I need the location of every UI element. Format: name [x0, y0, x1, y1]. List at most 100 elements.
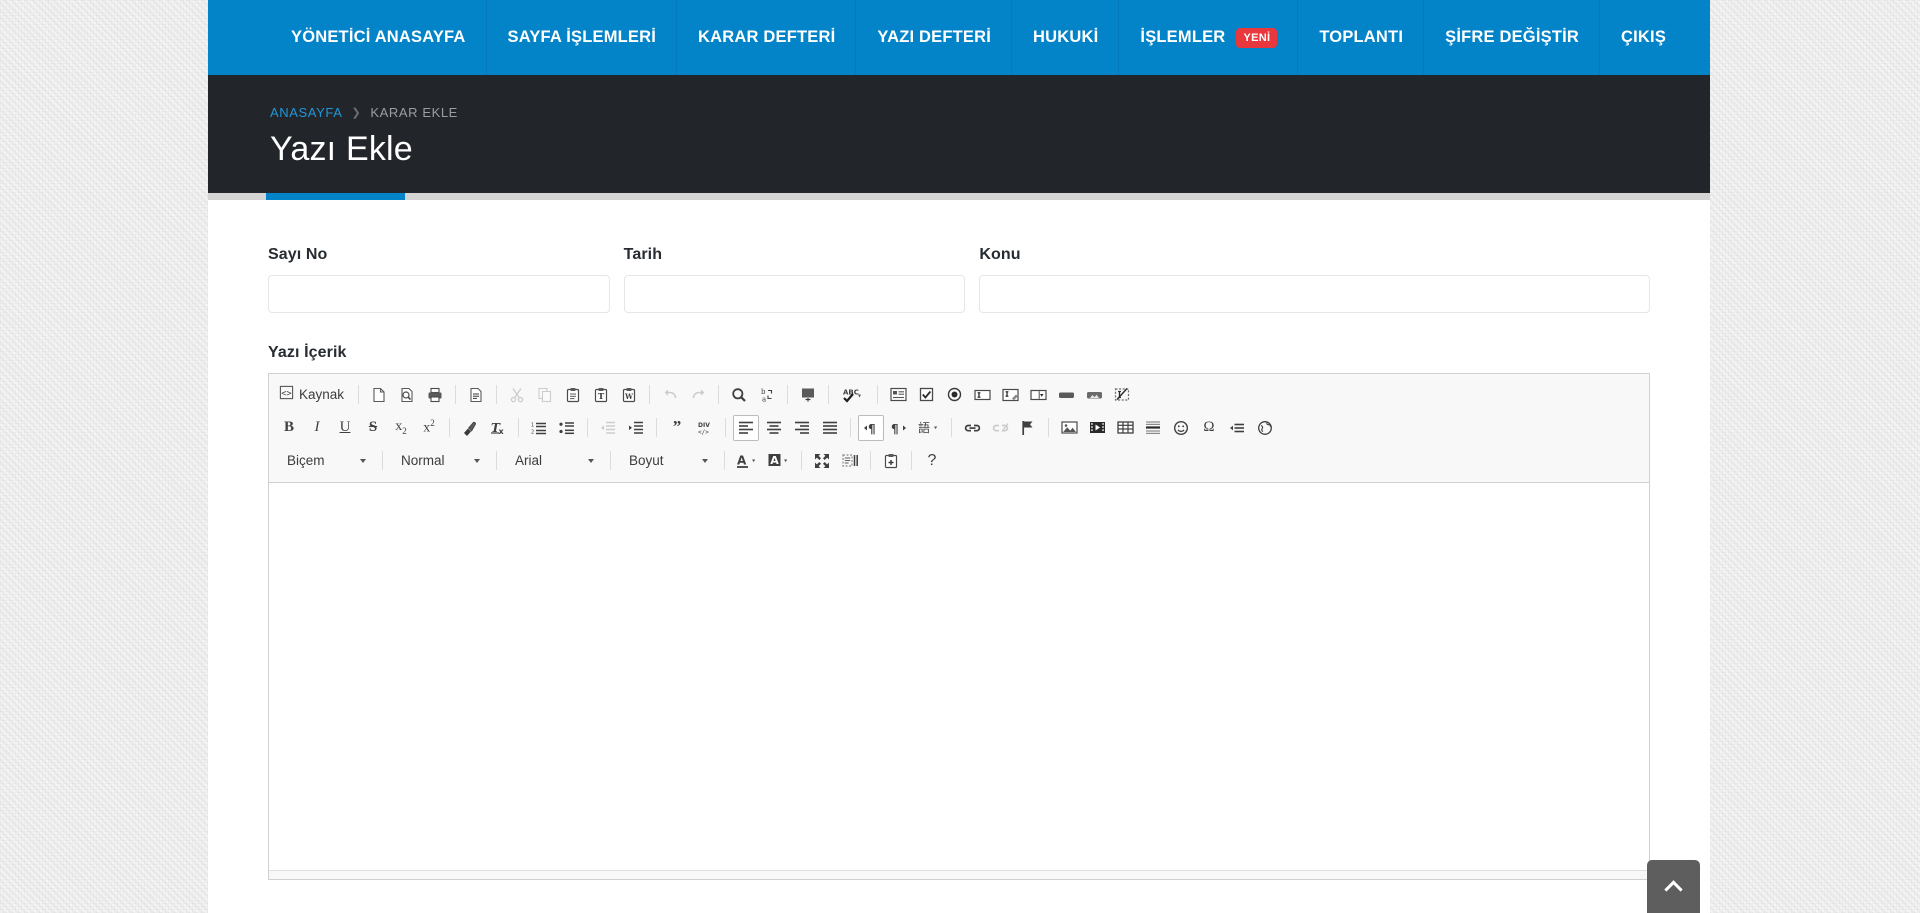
select-all-icon[interactable] — [795, 382, 821, 408]
format-combo[interactable]: Normal — [391, 448, 488, 474]
checkbox-icon[interactable] — [913, 382, 939, 408]
image-button-icon[interactable] — [1081, 382, 1107, 408]
bold-icon[interactable]: B — [276, 415, 302, 441]
toolbar-separator — [656, 418, 657, 437]
paste-from-word-icon[interactable]: W — [616, 382, 642, 408]
align-center-icon[interactable] — [761, 415, 787, 441]
templates-icon[interactable] — [463, 382, 489, 408]
svg-text:W: W — [624, 392, 633, 401]
svg-text:<>: <> — [281, 387, 291, 397]
maximize-icon[interactable] — [809, 448, 835, 474]
select-field-icon[interactable] — [1025, 382, 1051, 408]
language-icon[interactable]: 語 — [914, 415, 944, 441]
cut-icon[interactable] — [504, 382, 530, 408]
nav-item-yonetici-anasayfa[interactable]: YÖNETİCİ ANASAYFA — [270, 0, 487, 75]
horizontal-rule-icon[interactable] — [1140, 415, 1166, 441]
sayi-no-input[interactable] — [268, 275, 610, 313]
flash-icon[interactable] — [1084, 415, 1110, 441]
remove-format-icon[interactable] — [457, 415, 483, 441]
hidden-field-icon[interactable] — [1109, 382, 1135, 408]
text-direction-ltr-icon[interactable]: ¶ — [858, 414, 884, 441]
about-icon[interactable]: ? — [919, 448, 945, 474]
toolbar-separator — [801, 451, 802, 470]
nav-item-cikis[interactable]: ÇIKIŞ — [1600, 0, 1687, 75]
numbered-list-icon[interactable]: 12 — [526, 415, 552, 441]
link-icon[interactable] — [959, 415, 985, 441]
svg-text:¶: ¶ — [891, 422, 899, 435]
svg-text:A: A — [737, 453, 747, 467]
textarea-icon[interactable] — [997, 382, 1023, 408]
iframe-icon[interactable] — [1252, 415, 1278, 441]
form-group-konu: Konu — [979, 246, 1650, 313]
show-blocks-icon[interactable] — [837, 448, 863, 474]
editor-footer — [269, 871, 1649, 879]
smiley-icon[interactable] — [1168, 415, 1194, 441]
preview-icon[interactable] — [394, 382, 420, 408]
size-combo[interactable]: Boyut — [619, 448, 716, 474]
special-char-icon[interactable]: Ω — [1196, 415, 1222, 441]
new-page-icon[interactable] — [366, 382, 392, 408]
tarih-input[interactable] — [623, 275, 966, 313]
nav-item-islemler[interactable]: İŞLEMLER YENİ — [1119, 0, 1299, 75]
editor-toolbar: <> Kaynak T W b a ABC B I U S x2 x2 T x … — [269, 374, 1649, 483]
unlink-icon[interactable] — [987, 415, 1013, 441]
create-div-icon[interactable]: DIV </> — [692, 415, 718, 441]
subscript-icon[interactable]: x2 — [388, 415, 414, 441]
justify-icon[interactable] — [817, 415, 843, 441]
nav-item-toplanti[interactable]: TOPLANTI — [1298, 0, 1424, 75]
font-combo[interactable]: Arial — [505, 448, 602, 474]
chevron-down-icon — [702, 458, 708, 463]
nav-item-yazi-defteri[interactable]: YAZI DEFTERİ — [856, 0, 1012, 75]
clear-formatting-icon[interactable]: Tx — [485, 415, 511, 441]
find-icon[interactable] — [726, 382, 752, 408]
spellcheck-icon[interactable]: ABC — [836, 382, 870, 408]
editor-content-area[interactable] — [269, 483, 1649, 871]
styles-combo[interactable]: Biçem — [277, 448, 374, 474]
svg-text:A: A — [770, 454, 779, 467]
svg-text:</>: </> — [698, 429, 709, 436]
copy-icon[interactable] — [532, 382, 558, 408]
text-direction-rtl-icon[interactable]: ¶ — [886, 415, 912, 441]
blockquote-icon[interactable]: ” — [664, 415, 690, 441]
toolbar-separator — [358, 385, 360, 404]
print-icon[interactable] — [422, 382, 448, 408]
image-icon[interactable] — [1056, 415, 1082, 441]
outdent-icon[interactable] — [595, 415, 621, 441]
svg-text:x: x — [498, 427, 504, 436]
source-button[interactable]: <> Kaynak — [276, 382, 351, 408]
nav-item-sayfa-islemleri[interactable]: SAYFA İŞLEMLERİ — [487, 0, 678, 75]
paste-as-text-icon[interactable]: T — [588, 382, 614, 408]
svg-text:2: 2 — [531, 429, 534, 435]
radio-button-icon[interactable] — [941, 382, 967, 408]
tab-active-indicator[interactable] — [266, 193, 405, 200]
paste-plus-icon[interactable] — [878, 448, 904, 474]
indent-icon[interactable] — [623, 415, 649, 441]
underline-icon[interactable]: U — [332, 415, 358, 441]
toolbar-separator — [1048, 418, 1049, 437]
button-icon[interactable] — [1053, 382, 1079, 408]
undo-icon[interactable] — [657, 382, 683, 408]
italic-icon[interactable]: I — [304, 415, 330, 441]
align-left-icon[interactable] — [733, 414, 759, 441]
nav-item-karar-defteri[interactable]: KARAR DEFTERİ — [677, 0, 857, 75]
text-color-icon[interactable]: A — [732, 448, 762, 474]
bulleted-list-icon[interactable] — [554, 415, 580, 441]
paste-icon[interactable] — [560, 382, 586, 408]
table-icon[interactable] — [1112, 415, 1138, 441]
page-break-icon[interactable] — [1224, 415, 1250, 441]
nav-item-sifre-degistir[interactable]: ŞİFRE DEĞİŞTİR — [1424, 0, 1600, 75]
align-right-icon[interactable] — [789, 415, 815, 441]
konu-input[interactable] — [979, 275, 1650, 313]
back-to-top-button[interactable] — [1647, 860, 1700, 913]
svg-text:¶: ¶ — [868, 422, 876, 435]
superscript-icon[interactable]: x2 — [416, 415, 442, 441]
nav-item-hukuki[interactable]: HUKUKİ — [1012, 0, 1120, 75]
replace-icon[interactable]: ba — [754, 382, 780, 408]
text-field-icon[interactable] — [969, 382, 995, 408]
background-color-icon[interactable]: A — [764, 448, 794, 474]
form-icon[interactable] — [885, 382, 911, 408]
anchor-icon[interactable] — [1015, 415, 1041, 441]
redo-icon[interactable] — [685, 382, 711, 408]
breadcrumb-home-link[interactable]: ANASAYFA — [270, 105, 342, 120]
strikethrough-icon[interactable]: S — [360, 415, 386, 441]
